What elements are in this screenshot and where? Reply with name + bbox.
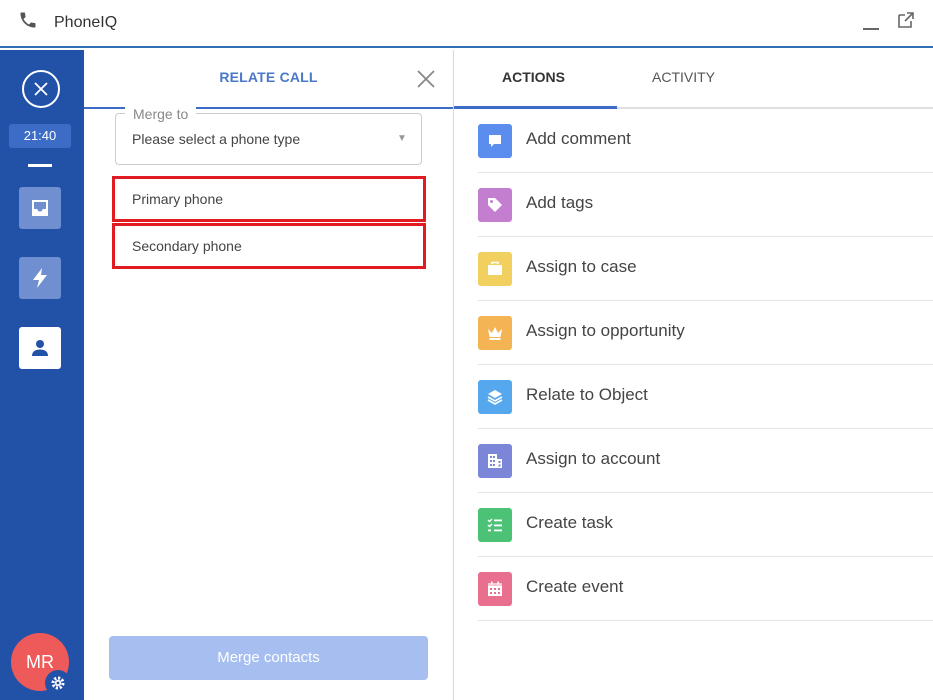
- inbox-button[interactable]: [19, 187, 61, 229]
- action-label: Assign to opportunity: [526, 321, 685, 340]
- popout-icon[interactable]: [896, 10, 916, 30]
- layers-icon: [478, 380, 512, 414]
- actions-panel: ACTIONS ACTIVITY Add comment Add tags As…: [454, 50, 933, 700]
- action-assign-to-account[interactable]: Assign to account: [478, 429, 933, 493]
- action-create-event[interactable]: Create event: [478, 557, 933, 621]
- action-label: Create event: [526, 577, 624, 596]
- action-label: Assign to case: [526, 257, 637, 276]
- option-label: Primary phone: [132, 191, 224, 207]
- panel-title: RELATE CALL: [219, 69, 318, 85]
- briefcase-icon: [478, 252, 512, 286]
- tab-actions[interactable]: ACTIONS: [502, 69, 565, 85]
- title-bar: PhoneIQ: [0, 0, 933, 48]
- caret-down-icon: ▼: [397, 133, 407, 144]
- phone-icon: [20, 12, 36, 28]
- crown-icon: [478, 316, 512, 350]
- building-icon: [478, 444, 512, 478]
- action-label: Create task: [526, 513, 613, 532]
- tab-activity[interactable]: ACTIVITY: [652, 69, 715, 85]
- call-timer: 21:40: [9, 124, 71, 148]
- timer-indicator: [28, 164, 52, 167]
- option-secondary-phone[interactable]: Secondary phone: [112, 223, 426, 269]
- action-create-task[interactable]: Create task: [478, 493, 933, 557]
- app-title: PhoneIQ: [54, 14, 118, 31]
- relate-call-panel: RELATE CALL Merge to Please select a pho…: [84, 50, 453, 700]
- action-label: Assign to account: [526, 449, 661, 468]
- contact-button[interactable]: [19, 327, 61, 369]
- minimize-button[interactable]: [861, 12, 881, 32]
- task-list-icon: [478, 508, 512, 542]
- action-label: Add comment: [526, 129, 631, 148]
- action-assign-to-opportunity[interactable]: Assign to opportunity: [478, 301, 933, 365]
- person-icon: [32, 340, 48, 356]
- quick-actions-button[interactable]: [19, 257, 61, 299]
- tag-icon: [478, 188, 512, 222]
- action-label: Add tags: [526, 193, 594, 212]
- merge-to-label: Merge to: [125, 106, 197, 122]
- close-icon: [34, 82, 48, 96]
- merge-to-placeholder: Please select a phone type: [132, 131, 301, 147]
- left-rail: 21:40 MR: [0, 50, 84, 700]
- close-icon[interactable]: [415, 68, 437, 90]
- action-assign-to-case[interactable]: Assign to case: [478, 237, 933, 301]
- option-label: Secondary phone: [132, 238, 242, 254]
- gear-icon: [51, 676, 65, 690]
- settings-button[interactable]: [45, 670, 71, 696]
- inbox-icon: [32, 200, 48, 216]
- action-relate-to-object[interactable]: Relate to Object: [478, 365, 933, 429]
- action-add-comment[interactable]: Add comment: [478, 109, 933, 173]
- action-label: Relate to Object: [526, 385, 648, 404]
- calendar-icon: [478, 572, 512, 606]
- option-primary-phone[interactable]: Primary phone: [112, 176, 426, 222]
- merge-contacts-button[interactable]: Merge contacts: [109, 636, 428, 680]
- comment-icon: [478, 124, 512, 158]
- lightning-icon: [33, 268, 47, 288]
- action-add-tags[interactable]: Add tags: [478, 173, 933, 237]
- end-call-button[interactable]: [22, 70, 60, 108]
